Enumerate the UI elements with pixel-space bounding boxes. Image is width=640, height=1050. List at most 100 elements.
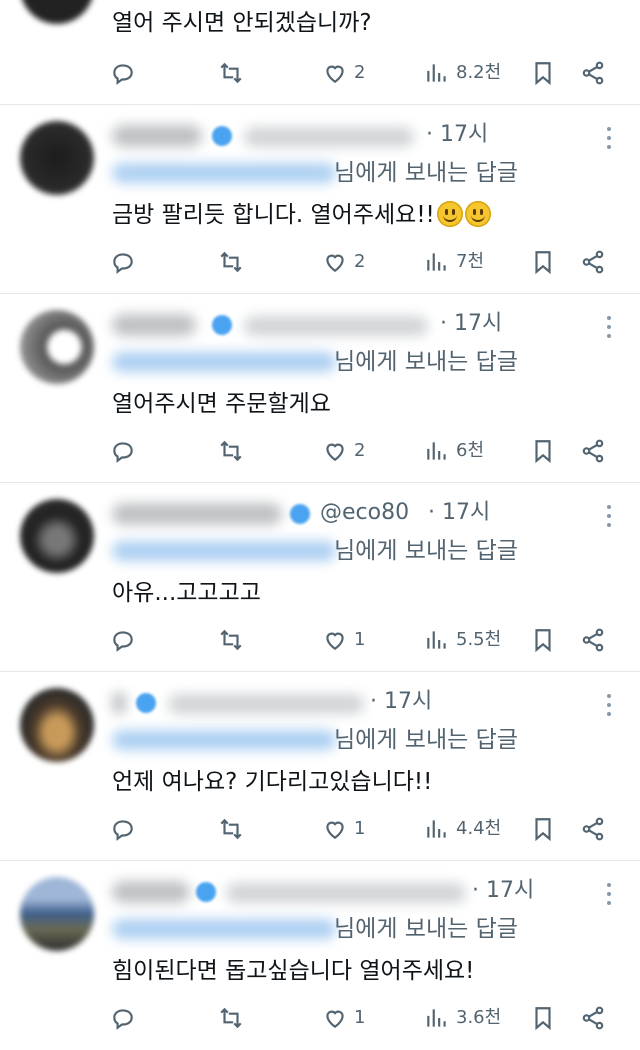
share-button[interactable] xyxy=(580,623,606,657)
share-icon xyxy=(582,250,604,274)
views-button[interactable]: 7천 xyxy=(424,245,484,279)
repost-button[interactable] xyxy=(218,434,244,468)
reply-target[interactable] xyxy=(112,541,336,561)
repost-icon xyxy=(220,251,242,273)
views-button[interactable]: 5.5천 xyxy=(424,623,501,657)
verified-badge-icon xyxy=(212,126,232,146)
views-button[interactable]: 8.2천 xyxy=(424,56,501,90)
post-time[interactable]: · 17시 xyxy=(370,689,432,715)
bookmark-button[interactable] xyxy=(530,1001,556,1035)
like-button[interactable]: 1 xyxy=(322,812,365,846)
share-icon xyxy=(582,628,604,652)
author-handle[interactable] xyxy=(226,883,466,903)
views-count: 8.2천 xyxy=(456,62,502,83)
tweet-reply[interactable]: · 17시 님에게 보내는 답글 언제 여나요? 기다리고있습니다!! 1 4.… xyxy=(0,672,640,860)
more-icon[interactable] xyxy=(606,883,612,905)
avatar[interactable] xyxy=(20,877,94,951)
share-button[interactable] xyxy=(580,1001,606,1035)
repost-button[interactable] xyxy=(218,245,244,279)
share-button[interactable] xyxy=(580,56,606,90)
avatar[interactable] xyxy=(20,688,94,762)
author-handle[interactable] xyxy=(244,127,414,147)
more-icon[interactable] xyxy=(606,505,612,527)
views-count: 4.4천 xyxy=(456,818,502,839)
bookmark-button[interactable] xyxy=(530,812,556,846)
tweet-text: 열어주시면 주문할게요 xyxy=(112,391,331,417)
reply-target[interactable] xyxy=(112,352,336,372)
like-button[interactable]: 1 xyxy=(322,623,365,657)
tweet-top[interactable]: 열어 주시면 안되겠습니까? 2 8.2천 xyxy=(0,0,640,104)
heart-icon xyxy=(326,821,344,839)
bookmark-button[interactable] xyxy=(530,434,556,468)
like-button[interactable]: 1 xyxy=(322,1001,365,1035)
tweet-reply[interactable]: · 17시 님에게 보내는 답글 열어주시면 주문할게요 2 6천 xyxy=(0,294,640,482)
tweet-reply[interactable]: @eco80 · 17시 님에게 보내는 답글 아유...고고고고 1 5.5천 xyxy=(0,483,640,671)
like-button[interactable]: 2 xyxy=(322,434,365,468)
repost-button[interactable] xyxy=(218,812,244,846)
repost-button[interactable] xyxy=(218,56,244,90)
like-button[interactable]: 2 xyxy=(322,245,365,279)
bookmark-icon xyxy=(535,251,551,275)
bookmark-button[interactable] xyxy=(530,623,556,657)
like-count: 1 xyxy=(354,818,366,839)
tweet-reply[interactable]: · 17시 님에게 보내는 답글 힘이된다면 돕고싶습니다 열어주세요! 1 3… xyxy=(0,861,640,1050)
post-time[interactable]: · 17시 xyxy=(440,311,502,337)
more-icon[interactable] xyxy=(606,694,612,716)
more-icon[interactable] xyxy=(606,127,612,149)
avatar[interactable] xyxy=(20,0,94,24)
repost-button[interactable] xyxy=(218,1001,244,1035)
author-name[interactable] xyxy=(112,503,282,525)
reply-button[interactable] xyxy=(110,812,136,846)
views-icon xyxy=(427,820,446,838)
action-bar: 1 4.4천 xyxy=(0,812,640,846)
share-icon xyxy=(582,439,604,463)
reply-button[interactable] xyxy=(110,245,136,279)
heart-icon xyxy=(326,1010,344,1028)
reply-label: 님에게 보내는 답글 xyxy=(334,160,518,186)
views-button[interactable]: 3.6천 xyxy=(424,1001,501,1035)
author-handle[interactable]: @eco80 xyxy=(320,500,409,526)
views-count: 6천 xyxy=(456,440,485,461)
avatar[interactable] xyxy=(20,310,94,384)
views-count: 3.6천 xyxy=(456,1007,502,1028)
author-handle[interactable] xyxy=(168,694,364,714)
reply-target[interactable] xyxy=(112,919,336,939)
like-count: 2 xyxy=(354,251,366,272)
post-time[interactable]: · 17시 xyxy=(428,500,490,526)
reply-target[interactable] xyxy=(112,730,336,750)
tweet-text: 금방 팔리듯 합니다. 열어주세요!! xyxy=(112,200,491,230)
bookmark-button[interactable] xyxy=(530,245,556,279)
tweet-text: 힘이된다면 돕고싶습니다 열어주세요! xyxy=(112,958,475,984)
reply-icon xyxy=(113,64,133,85)
share-button[interactable] xyxy=(580,812,606,846)
reply-button[interactable] xyxy=(110,1001,136,1035)
tweet-reply[interactable]: · 17시 님에게 보내는 답글 금방 팔리듯 합니다. 열어주세요!! 2 7… xyxy=(0,105,640,293)
reply-icon xyxy=(113,1009,133,1030)
share-button[interactable] xyxy=(580,434,606,468)
post-time[interactable]: · 17시 xyxy=(426,122,488,148)
like-button[interactable]: 2 xyxy=(322,56,365,90)
avatar[interactable] xyxy=(20,499,94,573)
author-name[interactable] xyxy=(112,314,196,336)
reply-target[interactable] xyxy=(112,163,336,183)
more-icon[interactable] xyxy=(606,316,612,338)
post-time[interactable]: · 17시 xyxy=(472,878,534,904)
views-button[interactable]: 4.4천 xyxy=(424,812,501,846)
reply-button[interactable] xyxy=(110,434,136,468)
author-name[interactable] xyxy=(112,125,202,147)
bookmark-icon xyxy=(535,629,551,653)
reply-button[interactable] xyxy=(110,56,136,90)
tweet-text-content: 금방 팔리듯 합니다. 열어주세요!! xyxy=(112,202,435,228)
verified-badge-icon xyxy=(136,693,156,713)
bookmark-button[interactable] xyxy=(530,56,556,90)
repost-button[interactable] xyxy=(218,623,244,657)
reply-button[interactable] xyxy=(110,623,136,657)
action-bar: 2 7천 xyxy=(0,245,640,279)
share-button[interactable] xyxy=(580,245,606,279)
like-count: 2 xyxy=(354,62,366,83)
author-name[interactable] xyxy=(112,881,190,903)
avatar[interactable] xyxy=(20,121,94,195)
author-name[interactable] xyxy=(112,692,126,714)
author-handle[interactable] xyxy=(244,316,428,336)
views-button[interactable]: 6천 xyxy=(424,434,484,468)
